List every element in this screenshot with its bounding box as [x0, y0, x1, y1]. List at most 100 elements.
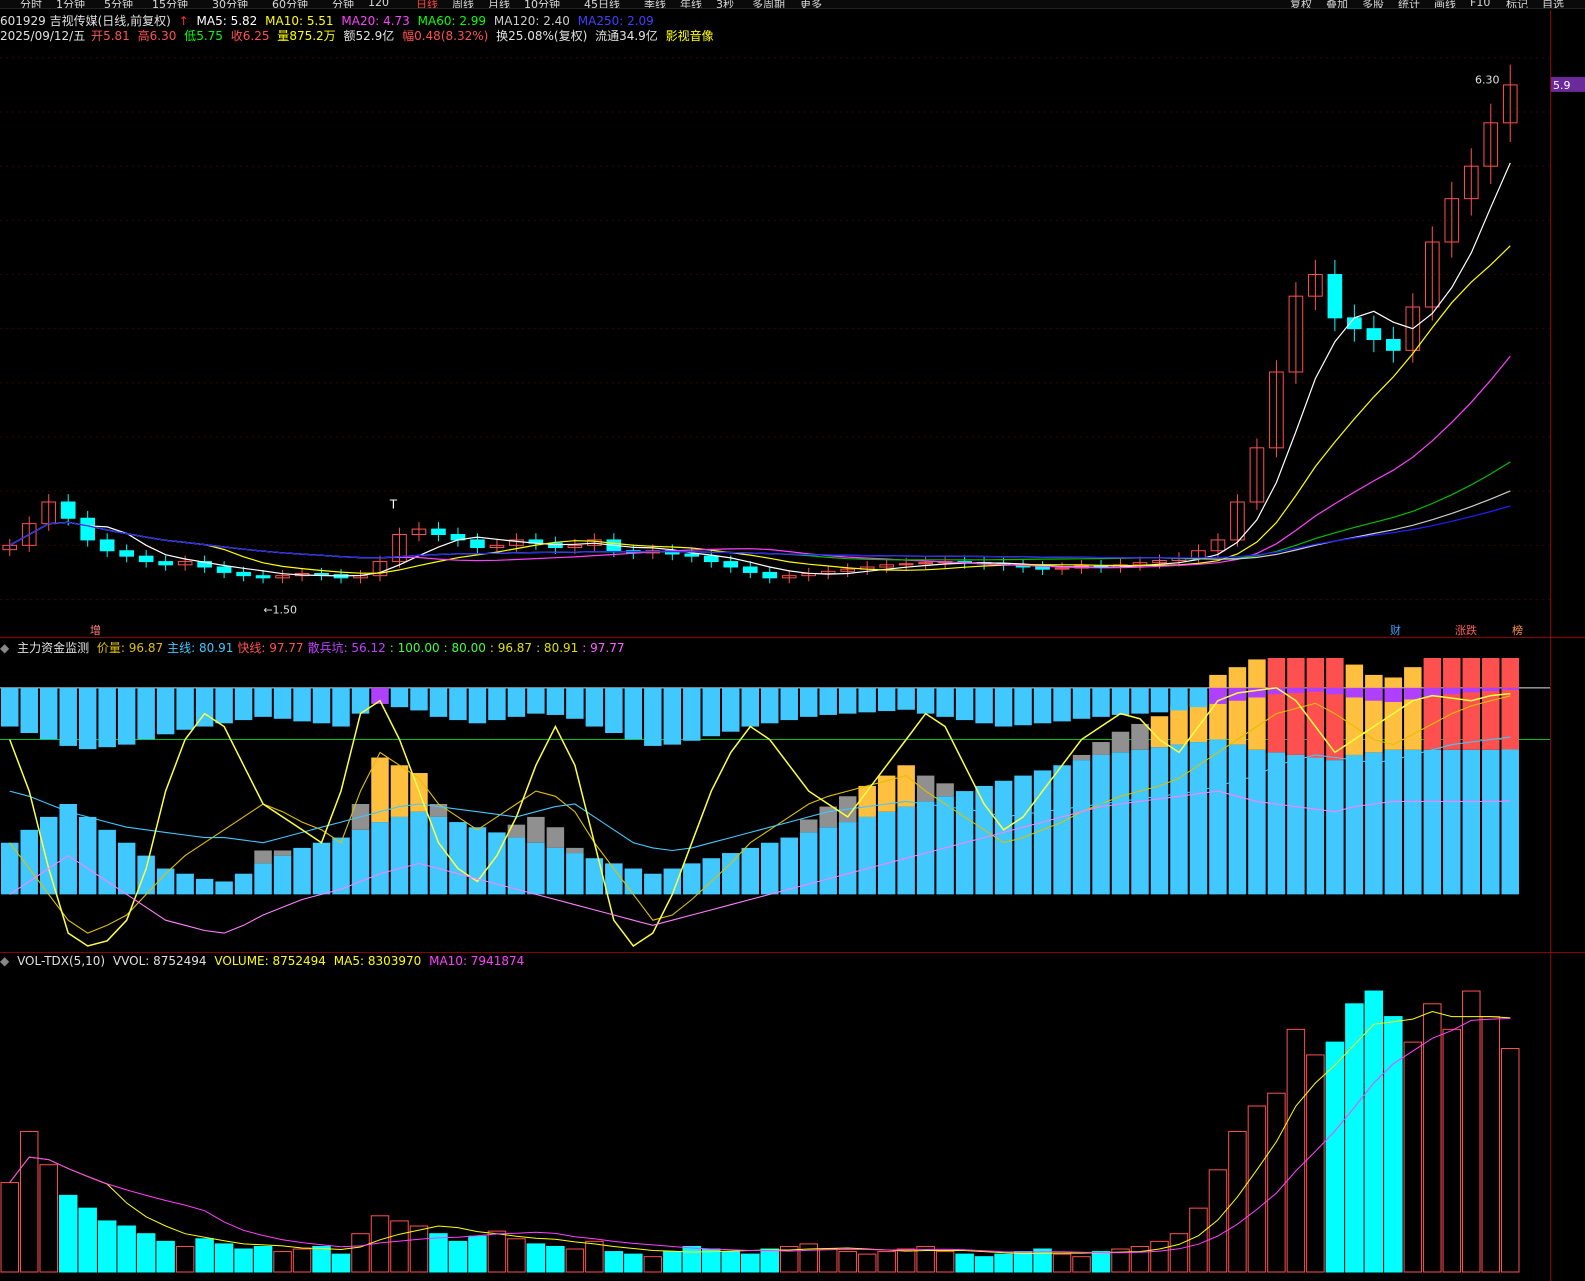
- volume-bar: [1013, 1251, 1033, 1273]
- volume-bar: [643, 1256, 663, 1273]
- ma5-label: MA5: 5.82: [196, 14, 258, 28]
- volume-bar: [1189, 1207, 1208, 1273]
- indicator-bar-base: [117, 842, 136, 895]
- volume-bar: [1403, 1041, 1423, 1273]
- candle-body: [1327, 274, 1343, 319]
- indicator-bar-top: [1306, 658, 1325, 758]
- toolbar-item-1[interactable]: 1分钟: [56, 0, 85, 8]
- volume-bar: [1228, 1131, 1247, 1273]
- vol-ma5-label: MA5: 8303970: [333, 954, 422, 968]
- candle-body: [314, 573, 329, 576]
- ma250-label: MA250: 2.09: [577, 14, 654, 28]
- indicator-bar-base: [1248, 749, 1266, 895]
- toolbar-item-5[interactable]: 60分钟: [272, 0, 308, 8]
- indicator-bar-base: [234, 873, 253, 895]
- volume-bar: [331, 1253, 351, 1273]
- float-value: 流通34.9亿: [595, 29, 658, 43]
- toolbar-right-item-2[interactable]: 多股: [1362, 0, 1384, 8]
- indicator-bar-base: [916, 801, 935, 895]
- toolbar-item-12[interactable]: 45日线: [584, 0, 620, 8]
- toolbar-right-item-1[interactable]: 叠加: [1326, 0, 1348, 8]
- volume-icon: ◆: [0, 954, 10, 968]
- indicator-bar-top: [1170, 705, 1188, 745]
- toolbar-item-6[interactable]: 分钟: [332, 0, 354, 8]
- toolbar-item-10[interactable]: 月线: [488, 0, 510, 8]
- indicator-legend-2: 快线: 97.77: [237, 641, 304, 655]
- volume-bar: [974, 1256, 994, 1273]
- indicator-bar-hang: [1, 687, 19, 727]
- toolbar-item-0[interactable]: 分时: [20, 0, 42, 8]
- bottom-tag-3: 榜: [1512, 623, 1523, 637]
- indicator-bar-hang: [546, 687, 565, 715]
- indicator-bar-hang: [1306, 687, 1325, 692]
- toolbar-item-15[interactable]: 3秒: [716, 0, 734, 8]
- candle-body: [703, 555, 719, 563]
- toolbar-right-item-5[interactable]: F10: [1470, 0, 1490, 8]
- indicator-bar-base: [410, 811, 428, 895]
- sector-value[interactable]: 影视音像: [666, 29, 714, 43]
- toolbar-item-9[interactable]: 周线: [452, 0, 474, 8]
- volume-bar: [838, 1251, 857, 1273]
- volume-bar: [624, 1253, 643, 1273]
- volume-bar: [760, 1248, 779, 1273]
- toolbar-right-item-4[interactable]: 画线: [1434, 0, 1456, 8]
- toolbar-item-14[interactable]: 年线: [680, 0, 702, 8]
- toolbar-right-item-6[interactable]: 标记: [1506, 0, 1528, 8]
- volume-bar: [1091, 1251, 1111, 1273]
- indicator-bar-hang: [1053, 687, 1071, 722]
- ma60-label: MA60: 2.99: [417, 14, 487, 28]
- volume-bar: [935, 1251, 955, 1273]
- indicator-bar-hang: [1131, 687, 1149, 714]
- toolbar-item-4[interactable]: 30分钟: [212, 0, 248, 8]
- stock-code-name: 601929 吉视传媒(日线,前复权): [0, 14, 171, 28]
- indicator-bar-top: [1131, 723, 1149, 750]
- toolbar-item-7[interactable]: 120: [368, 0, 389, 8]
- indicator-bar-hang: [429, 687, 448, 717]
- indicator-bar-hang: [488, 687, 506, 721]
- indicator-bar-base: [98, 829, 116, 895]
- indicator-bar-base: [527, 842, 545, 895]
- indicator-bar-hang: [20, 687, 38, 733]
- toolbar-item-2[interactable]: 5分钟: [104, 0, 133, 8]
- indicator-bar-hang: [507, 687, 526, 717]
- close-value: 6.25: [242, 29, 270, 43]
- toolbar-right-item-7[interactable]: 自选: [1542, 0, 1564, 8]
- open-value: 5.81: [103, 29, 130, 43]
- indicator-bar-top: [916, 775, 935, 802]
- ma250-line: [9, 505, 1511, 559]
- volume-bar: [507, 1238, 526, 1273]
- volume-bar: [1364, 990, 1384, 1273]
- volume-bar: [1481, 1016, 1501, 1273]
- indicator-bar-base: [877, 811, 896, 895]
- indicator-bar-base: [566, 853, 584, 895]
- toolbar-item-13[interactable]: 季线: [644, 0, 666, 8]
- toolbar-item-11[interactable]: 10分钟: [524, 0, 560, 8]
- toolbar-item-3[interactable]: 15分钟: [152, 0, 188, 8]
- indicator-bar-hang: [877, 687, 896, 712]
- volume-bar: [526, 1243, 546, 1273]
- toolbar-right-item-0[interactable]: 复权: [1290, 0, 1312, 8]
- indicator-bar-hang: [683, 687, 701, 741]
- indicator-bar-hang: [702, 687, 721, 737]
- indicator-bar-hang: [916, 687, 935, 714]
- t-mark: T: [389, 497, 398, 511]
- indicator-bar-hang: [1287, 687, 1305, 693]
- indicator-bar-base: [293, 847, 311, 895]
- ma120-label: MA120: 2.40: [493, 14, 570, 28]
- volume-bar: [390, 1220, 409, 1273]
- low-label: 低: [184, 29, 197, 43]
- indicator-bar-hang: [332, 687, 350, 727]
- toolbar-item-8[interactable]: 日线: [416, 0, 438, 8]
- volume-bar: [175, 1245, 195, 1273]
- indicator-bar-hang: [1365, 687, 1383, 701]
- indicator-bar-base: [663, 868, 682, 895]
- indicator-bar-top: [1482, 658, 1500, 750]
- toolbar-item-17[interactable]: 更多: [800, 0, 822, 8]
- indicator-bar-hang: [1072, 687, 1091, 719]
- high-price-marker: 6.30: [1475, 74, 1500, 87]
- indicator-name: 主力资金监测: [17, 641, 90, 655]
- toolbar-item-16[interactable]: 多周期: [752, 0, 785, 8]
- indicator-bar-top: [566, 847, 584, 854]
- toolbar-right-item-3[interactable]: 统计: [1398, 0, 1420, 8]
- indicator-bar-base: [1423, 749, 1442, 895]
